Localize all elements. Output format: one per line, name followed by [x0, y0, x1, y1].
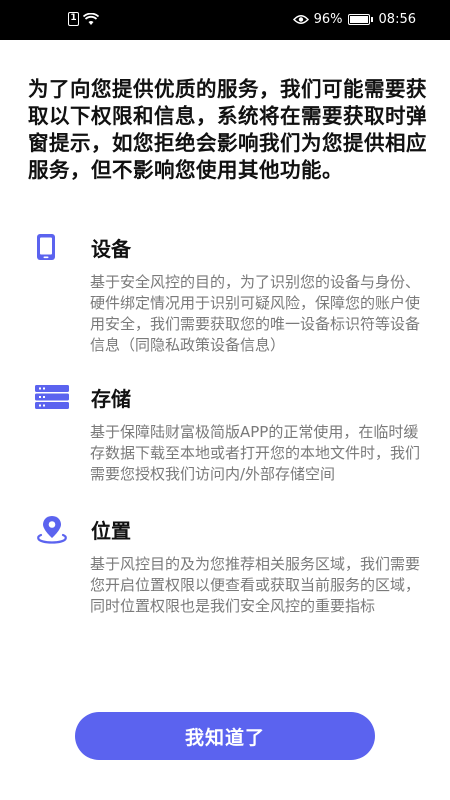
intro-text: 为了向您提供优质的服务，我们可能需要获取以下权限和信息，系统将在需要获取时弹窗提…: [28, 77, 427, 182]
location-icon: [35, 514, 75, 544]
eye-icon: [292, 15, 309, 24]
battery-percent: 96%: [313, 12, 343, 27]
permission-title: 存储: [91, 386, 131, 411]
permission-screen: 1 96% 08:56 为了向您提供优质的服务，我们可能需要获取以下权限和信息，…: [0, 0, 450, 800]
phone-icon: [35, 232, 75, 262]
permission-device: 设备 基于安全风控的目的，为了识别您的设备与身份、硬件绑定情况用于识别可疑风险，…: [35, 232, 425, 356]
battery-icon: [347, 14, 373, 25]
status-left: 1: [68, 12, 99, 26]
wifi-icon: [83, 12, 99, 25]
clock: 08:56: [378, 12, 416, 27]
status-right: 96% 08:56: [292, 12, 416, 27]
permission-description: 基于风控目的及为您推荐相关服务区域，我们需要您开启位置权限以便查看或获取当前服务…: [90, 555, 421, 615]
permission-location: 位置 基于风控目的及为您推荐相关服务区域，我们需要您开启位置权限以便查看或获取当…: [35, 514, 425, 617]
permission-title: 设备: [91, 236, 131, 261]
permission-description: 基于保障陆财富极简版APP的正常使用，在临时缓存数据下载至本地或者打开您的本地文…: [90, 423, 421, 483]
acknowledge-button[interactable]: 我知道了: [75, 712, 375, 760]
status-bar: 1 96% 08:56: [0, 0, 450, 40]
permission-description: 基于安全风控的目的，为了识别您的设备与身份、硬件绑定情况用于识别可疑风险，保障您…: [90, 273, 421, 354]
storage-icon: [35, 382, 75, 412]
permission-storage: 存储 基于保障陆财富极简版APP的正常使用，在临时缓存数据下载至本地或者打开您的…: [35, 382, 425, 485]
permission-title: 位置: [91, 518, 131, 543]
sim-card-icon: 1: [68, 12, 79, 26]
